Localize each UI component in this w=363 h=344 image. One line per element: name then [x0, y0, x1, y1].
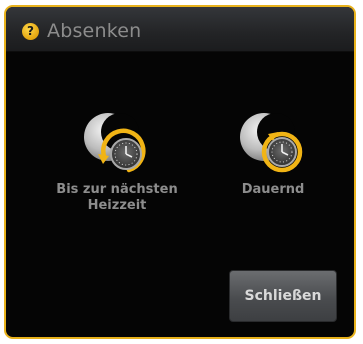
dialog-header: ? Absenken	[6, 7, 354, 52]
close-button[interactable]: Schließen	[229, 270, 337, 322]
setback-dialog: ? Absenken Bis zur nächsten Heizzeit Dau…	[4, 5, 356, 339]
setback-permanent-icon	[240, 113, 303, 173]
setback-until-next-heating-icon	[84, 113, 146, 173]
option-permanent[interactable]: Dauernd	[218, 110, 328, 198]
help-icon[interactable]: ?	[22, 23, 39, 40]
option-label: Dauernd	[241, 182, 305, 197]
option-label: Bis zur nächsten Heizzeit	[56, 182, 178, 213]
option-until-next-heating-time[interactable]: Bis zur nächsten Heizzeit	[42, 110, 192, 214]
dialog-title: Absenken	[47, 20, 142, 42]
